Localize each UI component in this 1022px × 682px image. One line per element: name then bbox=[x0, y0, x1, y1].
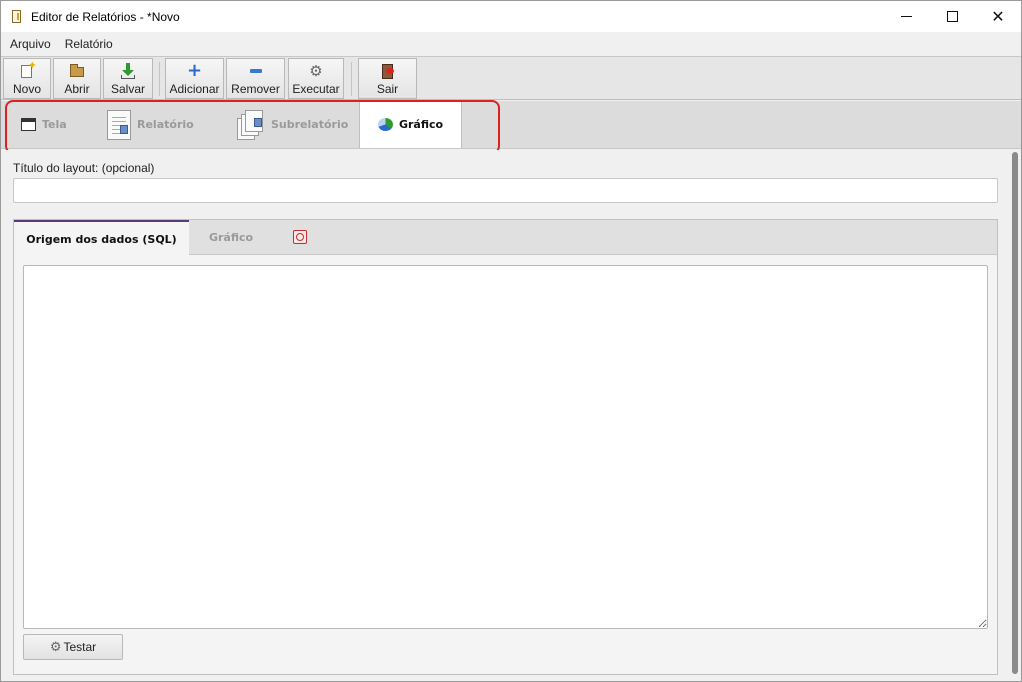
plus-icon: + bbox=[186, 60, 203, 81]
maximize-button[interactable] bbox=[929, 1, 975, 32]
test-button[interactable]: ⚙ Testar bbox=[23, 634, 123, 660]
toolbar: ✦ Novo Abrir Salvar + Adicionar Remover … bbox=[1, 56, 1021, 100]
app-window: Editor de Relatórios - *Novo ✕ Arquivo R… bbox=[0, 0, 1022, 682]
exit-button-label: Sair bbox=[376, 82, 399, 96]
tabs-highlight-annotation bbox=[5, 100, 500, 154]
exit-button[interactable]: Sair bbox=[358, 58, 417, 99]
menu-relatorio[interactable]: Relatório bbox=[58, 32, 120, 56]
add-button[interactable]: + Adicionar bbox=[165, 58, 224, 99]
new-button-label: Novo bbox=[12, 82, 41, 96]
tab-origem-dados[interactable]: Origem dos dados (SQL) bbox=[14, 220, 189, 256]
tab-grafico-config[interactable]: Gráfico bbox=[190, 220, 272, 255]
remove-button[interactable]: Remover bbox=[226, 58, 285, 99]
minus-icon bbox=[248, 63, 264, 79]
remove-button-label: Remover bbox=[231, 82, 280, 96]
exit-door-icon bbox=[380, 63, 396, 79]
app-logo-icon bbox=[11, 9, 23, 24]
sql-editor[interactable] bbox=[23, 265, 988, 629]
gears-icon: ⚙ bbox=[309, 62, 323, 80]
window-title: Editor de Relatórios - *Novo bbox=[31, 9, 180, 24]
close-icon: ✕ bbox=[991, 6, 1005, 26]
test-button-label: Testar bbox=[63, 640, 97, 654]
minimize-button[interactable] bbox=[883, 1, 929, 32]
data-source-panel: Origem dos dados (SQL) Gráfico ⚙ Testar bbox=[13, 219, 998, 675]
add-button-label: Adicionar bbox=[169, 82, 220, 96]
help-lifebuoy-icon[interactable] bbox=[293, 230, 307, 244]
run-button-label: Executar bbox=[292, 82, 340, 96]
scrollbar-thumb[interactable] bbox=[1012, 152, 1018, 674]
save-button[interactable]: Salvar bbox=[103, 58, 153, 99]
inner-tab-strip: Origem dos dados (SQL) Gráfico bbox=[14, 220, 997, 256]
menu-arquivo[interactable]: Arquivo bbox=[3, 32, 58, 56]
layout-title-input[interactable] bbox=[13, 178, 998, 203]
tab-origem-dados-label: Origem dos dados (SQL) bbox=[26, 232, 177, 246]
toolbar-separator bbox=[351, 62, 352, 96]
minimize-icon bbox=[900, 16, 912, 17]
tab-grafico-config-label: Gráfico bbox=[208, 231, 254, 244]
new-document-icon: ✦ bbox=[19, 59, 37, 79]
main-content: Título do layout: (opcional) Origem dos … bbox=[1, 150, 1009, 681]
save-download-icon bbox=[120, 63, 136, 79]
open-button-label: Abrir bbox=[64, 82, 90, 96]
open-button[interactable]: Abrir bbox=[53, 58, 101, 99]
new-button[interactable]: ✦ Novo bbox=[3, 58, 51, 99]
layout-title-label: Título do layout: (opcional) bbox=[13, 161, 155, 175]
vertical-scrollbar[interactable] bbox=[1009, 150, 1021, 681]
folder-icon bbox=[69, 63, 85, 79]
maximize-icon bbox=[946, 11, 958, 22]
run-button[interactable]: ⚙ Executar bbox=[288, 58, 344, 99]
title-bar: Editor de Relatórios - *Novo ✕ bbox=[1, 1, 1021, 32]
save-button-label: Salvar bbox=[110, 82, 145, 96]
close-button[interactable]: ✕ bbox=[975, 1, 1021, 32]
gears-icon: ⚙ bbox=[49, 639, 62, 654]
toolbar-separator bbox=[159, 62, 160, 96]
menu-bar: Arquivo Relatório bbox=[1, 32, 1021, 56]
